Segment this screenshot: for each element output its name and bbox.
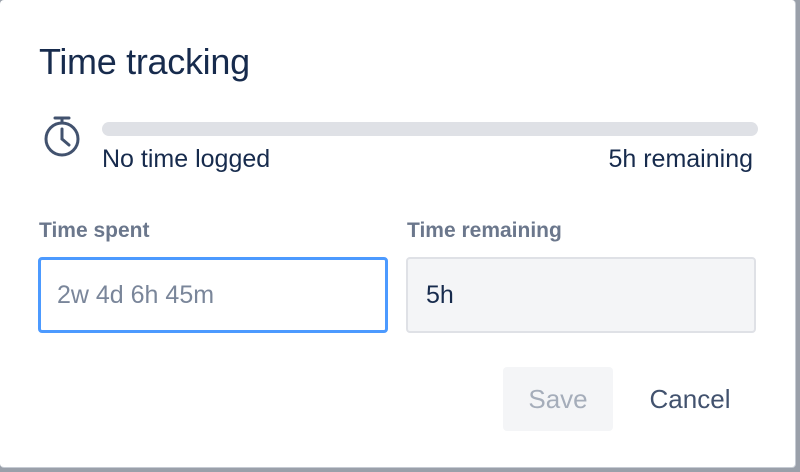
time-progress-bar <box>102 122 758 136</box>
time-logged-text: No time logged <box>102 145 271 173</box>
time-spent-label: Time spent <box>39 219 150 242</box>
time-tracking-dialog: Time tracking No time logged 5h remainin… <box>0 0 796 468</box>
dialog-title: Time tracking <box>39 41 250 82</box>
time-remaining-summary: 5h remaining <box>608 145 753 173</box>
time-remaining-input[interactable] <box>406 257 756 333</box>
time-remaining-label: Time remaining <box>407 219 562 242</box>
cancel-button[interactable]: Cancel <box>630 367 750 431</box>
stopwatch-icon <box>44 116 80 157</box>
time-spent-input[interactable] <box>38 257 388 333</box>
save-button[interactable]: Save <box>503 367 613 431</box>
